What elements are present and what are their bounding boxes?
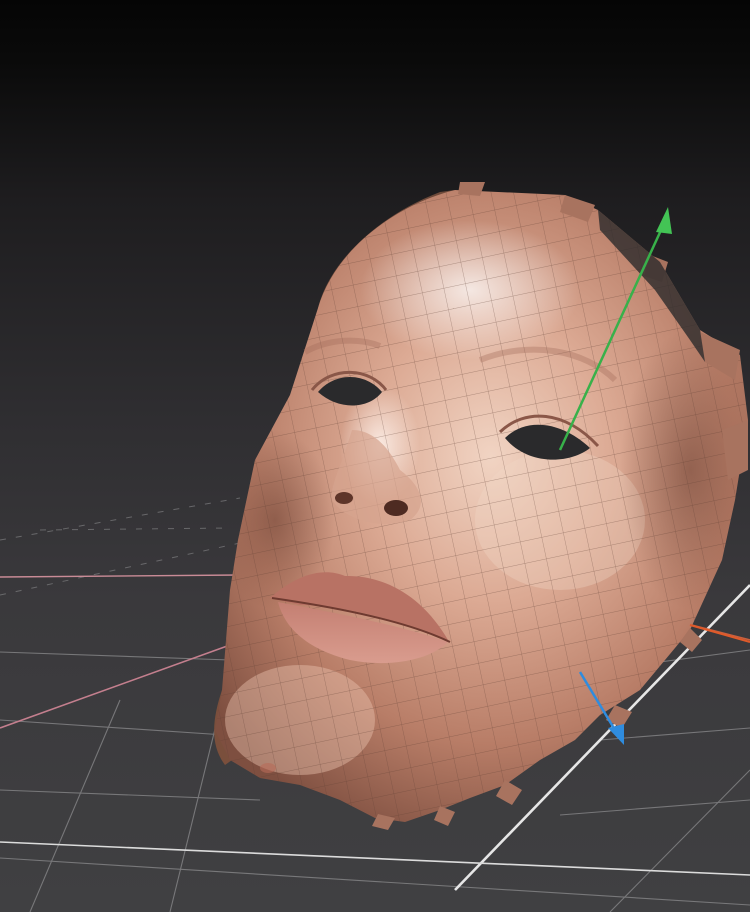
nostril-right xyxy=(384,500,408,516)
gizmo-z-arrow-icon[interactable] xyxy=(608,724,624,745)
face-scan-mesh[interactable] xyxy=(200,180,750,840)
nostril-left xyxy=(335,492,353,504)
gizmo-y-arrow-icon[interactable] xyxy=(656,207,672,234)
viewport-canvas[interactable] xyxy=(0,0,750,912)
x-axis-line xyxy=(0,644,231,729)
chin-mark xyxy=(260,763,276,773)
grid-major-line xyxy=(0,841,750,876)
x-axis-line xyxy=(0,574,241,578)
3d-viewport[interactable] xyxy=(0,0,750,912)
